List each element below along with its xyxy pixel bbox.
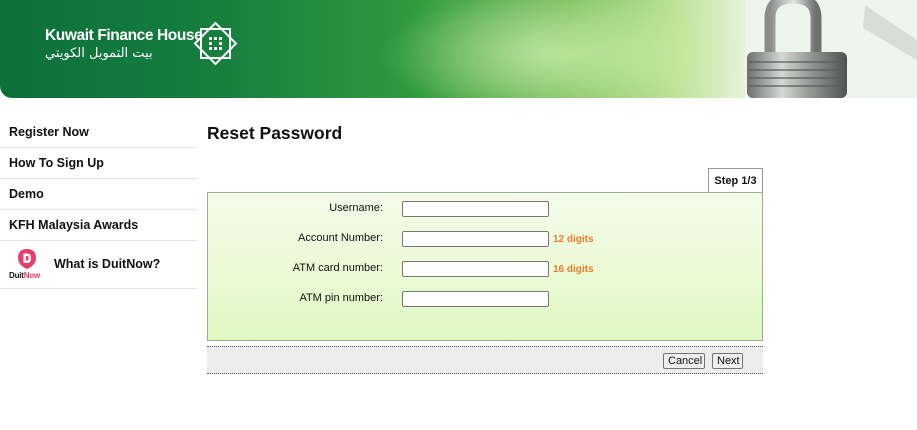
account-number-label: Account Number: bbox=[298, 232, 383, 244]
account-number-input[interactable] bbox=[402, 231, 549, 247]
banner-highlight bbox=[380, 0, 700, 98]
duitnow-word-now: Now bbox=[23, 271, 41, 280]
sidebar-item-register-now[interactable]: Register Now bbox=[0, 117, 197, 148]
brand-logo[interactable]: Kuwait Finance House بيت التمويل الكويتي bbox=[45, 27, 203, 61]
header-banner: Kuwait Finance House بيت التمويل الكويتي bbox=[0, 0, 917, 98]
sidebar-item-demo[interactable]: Demo bbox=[0, 179, 197, 210]
form-row-username: Username: bbox=[208, 201, 764, 219]
step-indicator: Step 1/3 bbox=[708, 168, 763, 192]
form-row-atm-pin-number: ATM pin number: bbox=[208, 291, 764, 309]
atm-pin-number-label: ATM pin number: bbox=[299, 292, 383, 304]
duitnow-pin-icon bbox=[18, 249, 36, 269]
username-input[interactable] bbox=[402, 201, 549, 217]
form-row-atm-card-number: ATM card number: 16 digits bbox=[208, 261, 764, 279]
sidebar-item-duitnow[interactable]: DuitNow What is DuitNow? bbox=[0, 241, 197, 289]
duitnow-link-label: What is DuitNow? bbox=[54, 257, 161, 271]
atm-card-number-input[interactable] bbox=[402, 261, 549, 277]
sidebar-nav: Register Now How To Sign Up Demo KFH Mal… bbox=[0, 117, 197, 289]
padlock-icon bbox=[745, 0, 917, 98]
next-button[interactable]: Next bbox=[712, 353, 743, 369]
kfh-emblem-icon bbox=[193, 21, 238, 66]
page-title: Reset Password bbox=[207, 123, 343, 143]
account-number-hint: 12 digits bbox=[553, 234, 594, 245]
sidebar-item-kfh-malaysia-awards[interactable]: KFH Malaysia Awards bbox=[0, 210, 197, 241]
username-label: Username: bbox=[329, 202, 383, 214]
duitnow-word-duit: Duit bbox=[9, 271, 24, 280]
form-action-bar: Cancel Next bbox=[207, 346, 763, 374]
brand-name-arabic: بيت التمويل الكويتي bbox=[45, 46, 153, 61]
form-row-account-number: Account Number: 12 digits bbox=[208, 231, 764, 249]
sidebar-item-how-to-sign-up[interactable]: How To Sign Up bbox=[0, 148, 197, 179]
duitnow-logo: DuitNow bbox=[9, 248, 46, 282]
reset-password-form: Username: Account Number: 12 digits ATM … bbox=[207, 192, 763, 341]
brand-name-english: Kuwait Finance House bbox=[45, 27, 203, 44]
atm-card-number-label: ATM card number: bbox=[292, 262, 383, 274]
atm-card-number-hint: 16 digits bbox=[553, 264, 594, 275]
duitnow-wordmark: DuitNow bbox=[9, 271, 40, 280]
atm-pin-number-input[interactable] bbox=[402, 291, 549, 307]
cancel-button[interactable]: Cancel bbox=[663, 353, 705, 369]
